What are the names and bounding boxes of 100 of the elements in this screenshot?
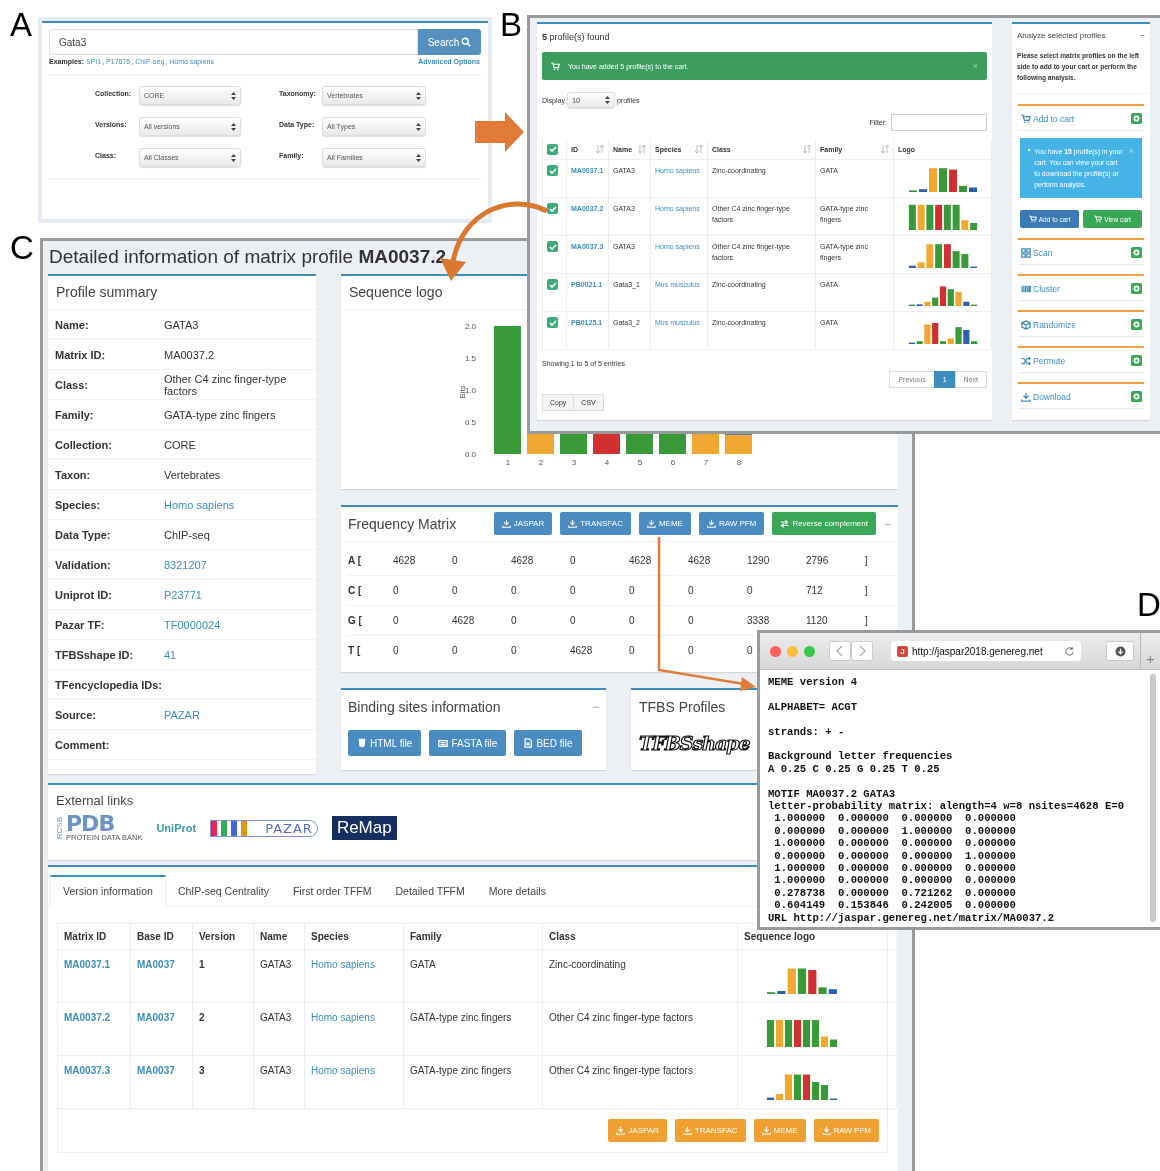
field-link[interactable]: Homo sapiens [164,498,235,511]
tab[interactable]: Detailed TFFM [383,875,477,906]
matrix-value: 0 [452,585,458,596]
matrix-value: 0 [747,645,753,656]
export-button[interactable]: JASPAR [608,1119,667,1142]
uniprot-logo[interactable]: UniProt [156,822,197,834]
close-dot[interactable] [770,645,781,657]
tab[interactable]: First order TFFM [280,875,384,906]
help-icon[interactable] [1131,283,1142,294]
remap-logo[interactable]: ReMap [331,816,397,840]
table-cell: Other C4 zinc finger-type factors [549,1012,693,1023]
field-link[interactable]: 8321207 [164,558,207,571]
checkbox[interactable] [547,279,558,290]
column-header: Family [410,931,442,942]
shuffle-icon [1021,355,1031,366]
help-icon[interactable] [1131,113,1142,124]
export-button[interactable]: MEME [753,1119,806,1142]
tab[interactable]: ChIP-seq Centrality [165,875,281,906]
minimize-dot[interactable] [787,645,798,657]
field-label: Collection: [55,438,113,451]
download-icon [761,1126,771,1135]
sort-icon[interactable] [596,145,604,153]
cart-icon [551,61,560,71]
help-icon[interactable] [1131,319,1142,330]
export-button[interactable]: RAW PFM [813,1119,879,1142]
matrix-value: 2796 [806,555,829,566]
file-button[interactable]: FASTA file [429,730,507,756]
sort-icon[interactable] [881,145,889,153]
sort-icon[interactable] [803,145,811,153]
close-button[interactable]: × [972,61,978,71]
help-icon[interactable] [1131,247,1142,258]
collapse-button[interactable]: − [876,516,891,531]
back-icon[interactable] [829,641,851,661]
file-button[interactable]: BED file [514,730,582,756]
export-button[interactable]: RAW PFM [698,512,765,535]
tab[interactable]: More details [476,875,558,906]
search-field[interactable]: Gata3 [49,29,418,55]
field-link[interactable]: PAZAR [164,708,200,721]
download-icon [646,519,656,528]
collapse-button[interactable]: − [1140,31,1145,40]
forward-icon[interactable] [851,641,873,661]
field-link[interactable]: TF0000024 [164,618,221,631]
tab[interactable]: Version information [50,875,166,907]
download-button[interactable] [1106,641,1134,661]
action-link[interactable]: Randomize [1021,319,1076,330]
action-link[interactable]: Download [1021,391,1071,402]
swap-arrows-icon [780,519,790,528]
matrix-value: 3338 [747,615,770,626]
species-link[interactable]: Homo sapiens [311,1065,375,1076]
sort-icon[interactable] [638,145,646,153]
export-button[interactable]: TRANSFAC [560,512,631,535]
action-link[interactable]: Cluster [1021,283,1060,294]
export-button[interactable]: JASPAR [493,512,553,535]
checkbox[interactable] [547,317,558,328]
pazar-logo[interactable]: PAZAR [210,819,318,837]
search-button[interactable]: Search [418,29,481,55]
help-icon[interactable] [1131,391,1142,402]
base-id-link[interactable]: MA0037 [137,1012,175,1023]
base-id-link[interactable]: MA0037 [137,1065,175,1076]
field-link[interactable]: P23771 [164,588,202,601]
text-line: 0.278738 0.000000 0.721262 0.000000 [773,886,1016,900]
matrix-value: 0 [452,555,458,566]
reload-icon[interactable] [1064,645,1075,657]
download-icon [568,519,578,528]
sort-icon[interactable] [695,145,703,153]
action-link[interactable]: Scan [1021,247,1053,258]
export-button[interactable]: TRANSFAC [674,1119,746,1142]
file-button[interactable]: HTML file [348,730,422,756]
matrix-value: 1120 [806,615,828,626]
table-cell: Zinc-coordinating [549,959,626,970]
card-title: Sequence logo [349,284,443,300]
field-link[interactable]: 41 [164,648,177,661]
tfbsshape-logo[interactable]: TFBSshape [639,732,750,754]
matrix-id-link[interactable]: MA0037.3 [64,1065,111,1076]
scrollbar[interactable] [1150,674,1156,923]
card-title: Binding sites information [348,699,501,715]
species-link[interactable]: Homo sapiens [311,1012,375,1023]
action-link[interactable]: Permute [1021,355,1066,366]
action-link[interactable]: Add to cart [1021,113,1075,124]
maximize-dot[interactable] [804,645,815,657]
species-link[interactable]: Homo sapiens [311,959,375,970]
matrix-id-link[interactable]: MA0037.1 [64,959,111,970]
base-id-link[interactable]: MA0037 [137,959,175,970]
checkbox[interactable] [547,203,558,214]
help-icon[interactable] [1131,355,1142,366]
checkbox[interactable] [547,165,558,176]
export-button[interactable]: MEME [638,512,691,535]
axis-tick: 1 [505,458,511,467]
select-arrows-icon [416,122,421,131]
export-button[interactable]: Reverse complement [772,512,876,535]
collapse-button[interactable]: − [584,700,599,714]
field-label: Pazar TF: [55,618,106,631]
matrix-id-link[interactable]: MA0037.2 [64,1012,111,1023]
new-tab-button[interactable]: + [1140,633,1160,669]
filter-field[interactable] [891,114,987,131]
checkbox[interactable] [547,241,558,252]
checkbox[interactable] [547,143,558,155]
address-bar[interactable]: J http://jaspar2018.genereg.net [891,641,1081,661]
field-label: Uniprot ID: [55,588,113,601]
table-cell: GATA3 [260,959,292,970]
